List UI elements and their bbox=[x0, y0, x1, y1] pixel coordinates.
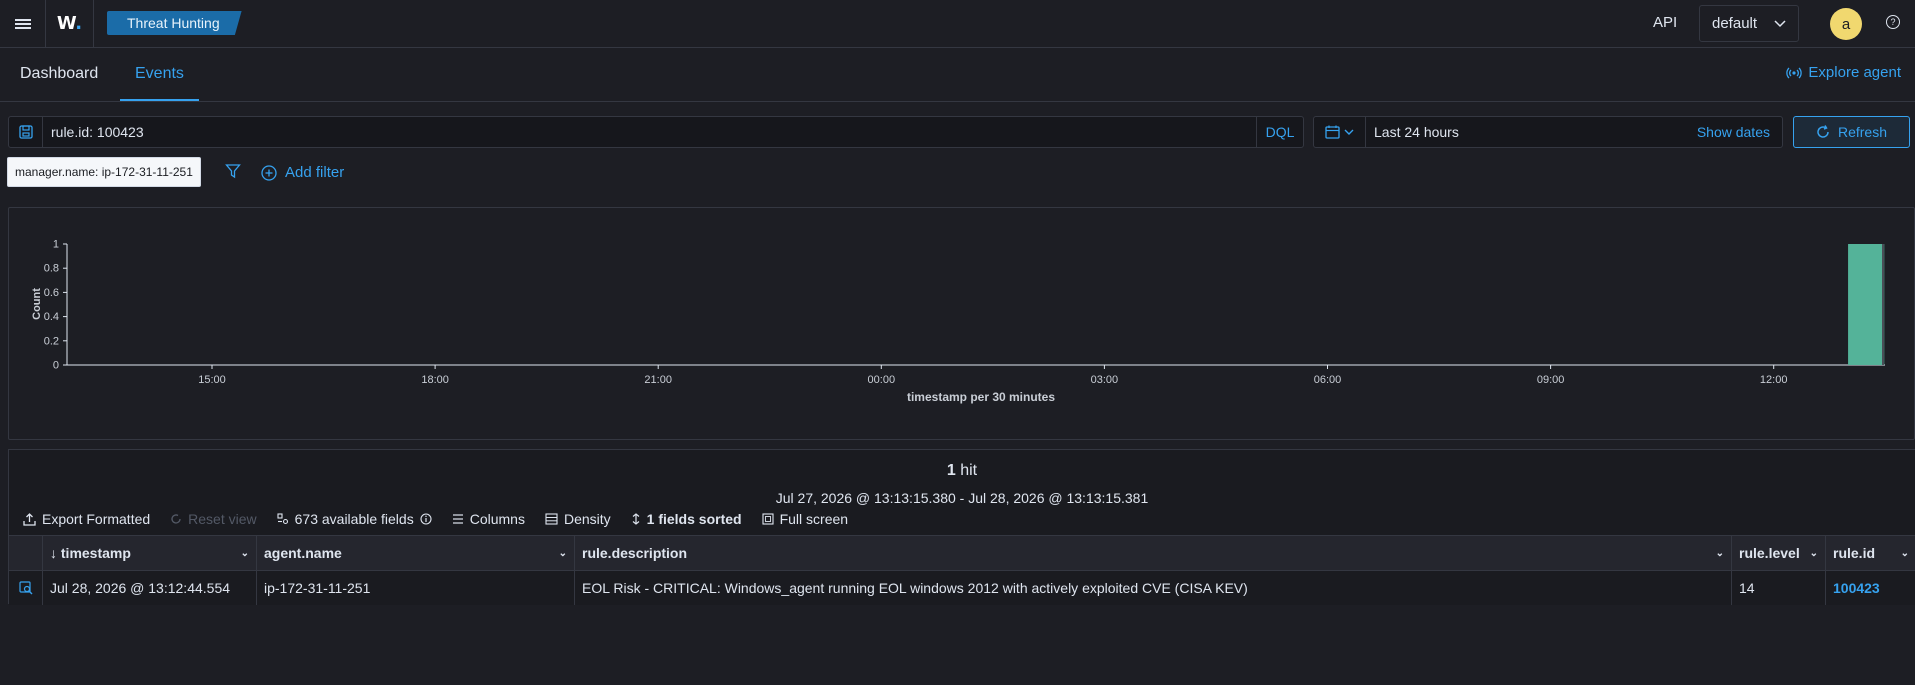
grid-header-control-cell bbox=[9, 536, 43, 570]
show-dates-button[interactable]: Show dates bbox=[1697, 124, 1770, 140]
refresh-button[interactable]: Refresh bbox=[1793, 116, 1910, 148]
search-query-bar: rule.id: 100423 DQL bbox=[8, 116, 1304, 148]
x-tick-label: 18:00 bbox=[421, 374, 449, 386]
column-header-agent-name[interactable]: agent.name ⌄ bbox=[257, 536, 575, 570]
explore-agent-label: Explore agent bbox=[1808, 64, 1901, 81]
x-tick-label: 12:00 bbox=[1760, 374, 1788, 386]
chevron-down-icon[interactable]: ⌄ bbox=[241, 548, 249, 559]
space-selector[interactable]: default bbox=[1699, 5, 1799, 42]
export-icon bbox=[23, 512, 36, 526]
module-tabs: Dashboard Events Explore agent bbox=[0, 48, 1915, 102]
table-density-icon bbox=[545, 513, 558, 525]
y-tick-label: 0.8 bbox=[44, 263, 59, 275]
columns-button[interactable]: Columns bbox=[452, 511, 525, 527]
cell-timestamp[interactable]: Jul 28, 2026 @ 13:12:44.554 bbox=[43, 571, 257, 605]
explore-agent-button[interactable]: Explore agent bbox=[1786, 64, 1901, 81]
y-tick-label: 0.6 bbox=[44, 287, 59, 299]
y-tick-label: 0.2 bbox=[44, 335, 59, 347]
list-icon bbox=[452, 514, 463, 524]
grid-header: ↓ timestamp ⌄ agent.name ⌄ rule.descriptio… bbox=[9, 535, 1915, 571]
cell-rule-level[interactable]: 14 bbox=[1732, 571, 1826, 605]
y-tick-label: 0 bbox=[53, 360, 59, 372]
chevron-down-icon[interactable]: ⌄ bbox=[1901, 548, 1909, 559]
app-breadcrumb-badge[interactable]: Threat Hunting bbox=[107, 11, 242, 35]
user-avatar[interactable]: a bbox=[1830, 8, 1862, 40]
hits-time-range: Jul 27, 2026 @ 13:13:15.380 - Jul 28, 20… bbox=[775, 490, 1149, 506]
add-filter-label: Add filter bbox=[285, 164, 345, 181]
refresh-label: Refresh bbox=[1837, 124, 1888, 140]
sort-icon bbox=[632, 513, 640, 525]
table-row: Jul 28, 2026 @ 13:12:44.554 ip-172-31-11… bbox=[9, 571, 1915, 605]
add-filter-button[interactable]: Add filter bbox=[261, 164, 344, 181]
density-button[interactable]: Density bbox=[545, 511, 611, 527]
full-screen-button[interactable]: Full screen bbox=[762, 511, 848, 527]
chevron-down-icon[interactable]: ⌄ bbox=[559, 548, 567, 559]
search-input[interactable]: rule.id: 100423 bbox=[51, 124, 144, 140]
y-tick-label: 1 bbox=[53, 239, 59, 251]
x-axis-label: timestamp per 30 minutes bbox=[907, 390, 1055, 404]
chevron-down-icon bbox=[1774, 19, 1786, 27]
refresh-icon bbox=[1817, 125, 1829, 138]
x-tick-label: 00:00 bbox=[868, 374, 896, 386]
api-link[interactable]: API bbox=[1653, 14, 1677, 31]
cell-agent-name[interactable]: ip-172-31-11-251 bbox=[257, 571, 575, 605]
available-fields-button[interactable]: 673 available fields bbox=[277, 511, 432, 527]
info-icon bbox=[420, 513, 432, 525]
sort-fields-button[interactable]: 1 fields sorted bbox=[631, 511, 742, 527]
x-tick-label: 03:00 bbox=[1091, 374, 1119, 386]
top-nav-bar: W. Threat Hunting API default a ? bbox=[0, 0, 1915, 48]
save-icon bbox=[18, 125, 33, 139]
chevron-down-icon[interactable]: ⌄ bbox=[1716, 548, 1724, 559]
y-axis-label: Count bbox=[31, 288, 43, 320]
chevron-down-icon bbox=[1344, 129, 1354, 135]
histogram-chart: 0 0.2 0.4 0.6 0.8 1 15:00 18:00 21:00 00:00 03:00 0… bbox=[31, 239, 1885, 404]
tab-events[interactable]: Events bbox=[120, 48, 199, 101]
date-range-value[interactable]: Last 24 hours bbox=[1374, 124, 1459, 140]
inspect-document-button[interactable] bbox=[9, 571, 43, 605]
histogram-bar bbox=[1848, 244, 1885, 365]
grid-toolbar: Export Formatted Reset view 673 availabl… bbox=[23, 511, 848, 527]
column-header-rule-description[interactable]: rule.description ⌄ bbox=[575, 536, 1732, 570]
cell-rule-id-link[interactable]: 100423 bbox=[1826, 571, 1915, 605]
export-formatted-button[interactable]: Export Formatted bbox=[23, 511, 150, 527]
x-tick-label: 15:00 bbox=[198, 374, 226, 386]
cell-rule-description[interactable]: EOL Risk - CRITICAL: Windows_agent runni… bbox=[575, 571, 1732, 605]
y-tick-label: 0.4 bbox=[44, 311, 59, 323]
fullscreen-icon bbox=[762, 513, 774, 525]
column-header-timestamp[interactable]: ↓ timestamp ⌄ bbox=[43, 536, 257, 570]
inspect-icon bbox=[18, 581, 32, 595]
x-tick-label: 21:00 bbox=[644, 374, 672, 386]
calendar-icon bbox=[1325, 125, 1340, 139]
reset-view-button[interactable]: Reset view bbox=[170, 511, 257, 527]
chevron-down-icon[interactable]: ⌄ bbox=[1810, 548, 1818, 559]
x-tick-label: 09:00 bbox=[1537, 374, 1565, 386]
column-header-rule-level[interactable]: rule.level ⌄ bbox=[1732, 536, 1826, 570]
sort-desc-icon: ↓ bbox=[50, 545, 57, 561]
refresh-icon bbox=[171, 514, 181, 524]
filter-icon[interactable] bbox=[225, 163, 241, 179]
broadcast-icon bbox=[1786, 67, 1803, 78]
home-logo-link[interactable]: W. bbox=[46, 0, 94, 47]
space-selector-value: default bbox=[1712, 15, 1758, 32]
menu-toggle-button[interactable] bbox=[0, 0, 46, 47]
date-picker: Last 24 hours Show dates bbox=[1313, 116, 1783, 148]
tab-dashboard[interactable]: Dashboard bbox=[20, 48, 98, 101]
histogram-panel: 0 0.2 0.4 0.6 0.8 1 15:00 18:00 21:00 00:00 03:00 0… bbox=[8, 207, 1915, 440]
app-logo: W. bbox=[56, 13, 83, 34]
query-language-button[interactable]: DQL bbox=[1256, 117, 1303, 147]
results-panel: 1 hit Jul 27, 2026 @ 13:13:15.380 - Jul … bbox=[8, 449, 1915, 605]
filter-pill[interactable]: manager.name: ip-172-31-11-251 bbox=[7, 157, 201, 187]
fields-icon bbox=[277, 513, 288, 525]
hamburger-icon bbox=[14, 17, 31, 31]
saved-query-button[interactable] bbox=[9, 117, 43, 147]
quick-select-button[interactable] bbox=[1314, 117, 1366, 147]
x-tick-label: 06:00 bbox=[1314, 374, 1342, 386]
column-header-rule-id[interactable]: rule.id ⌄ bbox=[1826, 536, 1915, 570]
help-icon[interactable]: ? bbox=[1886, 15, 1900, 29]
plus-circle-icon bbox=[261, 164, 277, 181]
hits-counter: 1 hit bbox=[946, 462, 978, 479]
